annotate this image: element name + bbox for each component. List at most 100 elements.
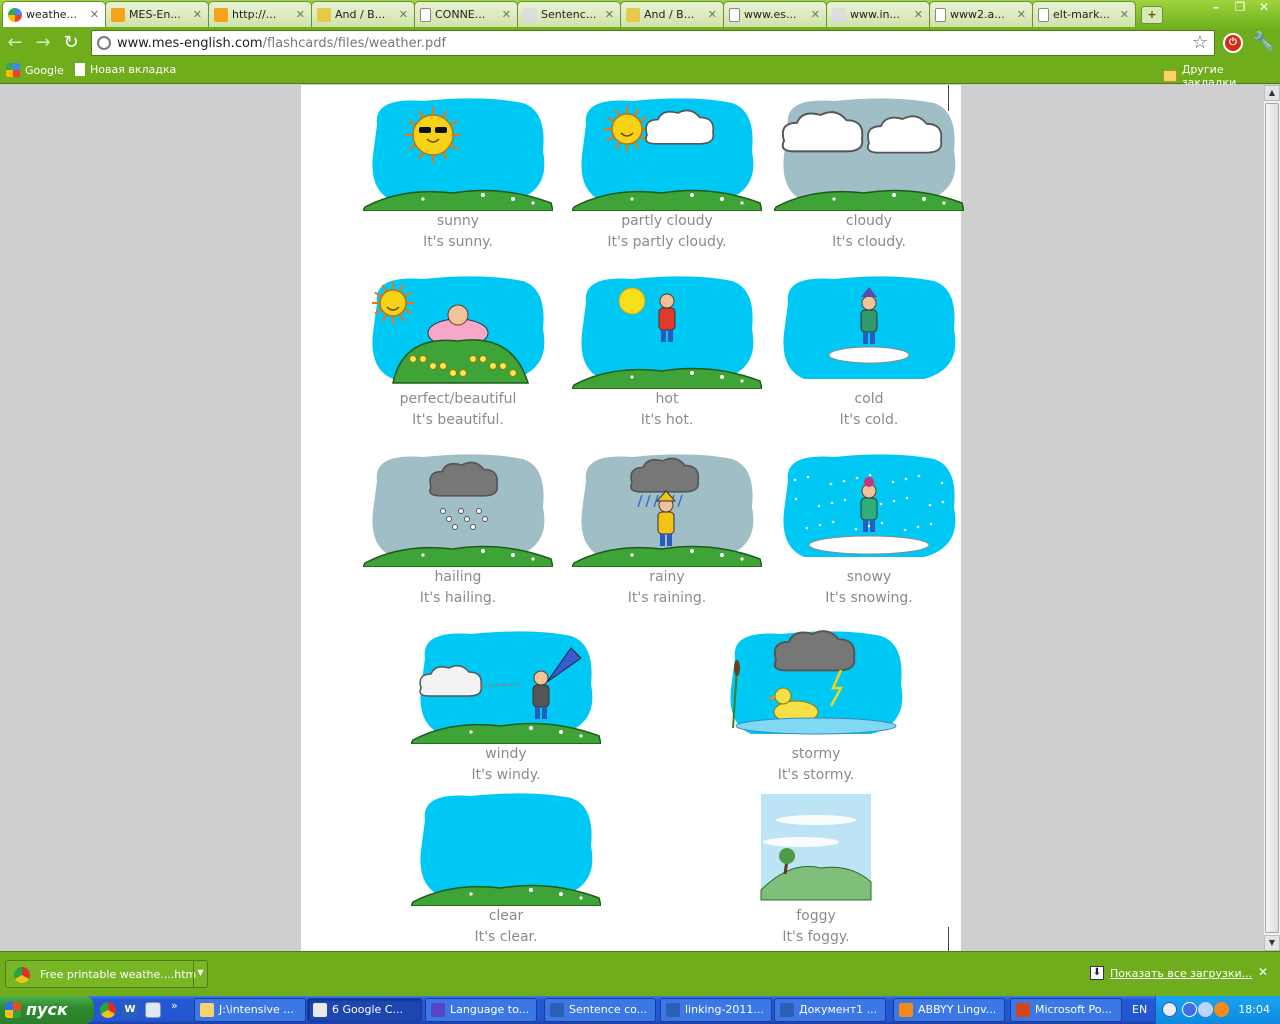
taskbar-task-4[interactable]: linking-2011... — [660, 998, 772, 1022]
close-tab-icon[interactable]: ✕ — [1120, 8, 1129, 21]
forward-button[interactable]: → — [33, 33, 53, 53]
minimize-button[interactable]: – — [1204, 0, 1228, 16]
new-tab-button[interactable]: + — [1141, 6, 1163, 24]
taskbar-task-3[interactable]: Sentence co... — [544, 998, 656, 1022]
flashcard-sentence: It's cold. — [839, 412, 899, 428]
b-icon — [626, 7, 640, 22]
task-app-icon — [550, 1003, 564, 1017]
flashcard-label: perfect/beautiful — [399, 391, 517, 407]
tab-title: CONNE... — [435, 8, 486, 21]
tab-4[interactable]: CONNE... ✕ — [414, 1, 518, 27]
chrome-quicklaunch-icon[interactable] — [100, 1002, 116, 1018]
tab-8[interactable]: www.in... ✕ — [826, 1, 930, 27]
tab-6[interactable]: And / B... ✕ — [620, 1, 724, 27]
close-tab-icon[interactable]: ✕ — [914, 8, 923, 21]
word-quicklaunch-icon[interactable]: W — [122, 1002, 138, 1018]
flashcard-sentence: It's foggy. — [782, 929, 850, 945]
download-menu-arrow[interactable]: ▼ — [193, 961, 207, 987]
flashcard-hailing: hailing It's hailing. — [363, 451, 553, 609]
url-text[interactable]: www.mes-english.com/flashcards/files/wea… — [117, 36, 446, 51]
taskbar-task-2[interactable]: Language to... — [425, 998, 537, 1022]
page-icon — [420, 7, 431, 22]
tab-title: elt-mark... — [1053, 8, 1110, 21]
stormy-illustration — [730, 630, 903, 735]
scroll-down-arrow[interactable]: ▼ — [1264, 935, 1280, 951]
flashcard-label: cold — [854, 391, 884, 407]
sunny-illustration — [363, 98, 553, 211]
language-indicator[interactable]: EN — [1132, 1003, 1147, 1016]
taskbar-task-5[interactable]: Документ1 ... — [774, 998, 886, 1022]
tab-10[interactable]: elt-mark... ✕ — [1032, 1, 1136, 27]
taskbar-task-7[interactable]: Microsoft Po... — [1010, 998, 1122, 1022]
task-app-icon — [1016, 1003, 1030, 1017]
task-label: Sentence co... — [569, 1003, 648, 1016]
taskbar-task-1[interactable]: 6 Google C... — [307, 998, 422, 1022]
tab-1[interactable]: MES-En... ✕ — [105, 1, 209, 27]
flashcard-stormy: stormy It's stormy. — [721, 628, 911, 786]
reload-button[interactable]: ↻ — [61, 33, 81, 53]
close-window-button[interactable]: ✕ — [1252, 0, 1276, 16]
scroll-up-arrow[interactable]: ▲ — [1264, 85, 1280, 101]
flashcard-label: windy — [485, 746, 527, 762]
pdf-page: sunny It's sunny. partly cloudy It's partly… — [301, 85, 964, 951]
scroll-thumb[interactable] — [1265, 103, 1279, 933]
tray-arrow-icon[interactable] — [1162, 1002, 1177, 1017]
close-tab-icon[interactable]: ✕ — [605, 8, 614, 21]
flashcard-cold: cold It's cold. — [774, 273, 964, 431]
maximize-button[interactable]: ❐ — [1228, 0, 1252, 16]
task-app-icon — [431, 1003, 445, 1017]
clock: 18:04 — [1238, 1003, 1270, 1016]
tab-2[interactable]: http://... ✕ — [208, 1, 312, 27]
download-item[interactable]: Free printable weathe....htm ▼ — [5, 960, 208, 988]
taskbar-task-6[interactable]: ABBYY Lingv... — [893, 998, 1005, 1022]
bookmark-google[interactable]: Google — [6, 63, 64, 77]
page-icon — [1038, 7, 1049, 22]
snowy-illustration — [783, 454, 956, 557]
app-tray-icon[interactable] — [1214, 1002, 1229, 1017]
volume-icon[interactable] — [1198, 1002, 1213, 1017]
network-icon[interactable] — [1182, 1002, 1197, 1017]
download-filename: Free printable weathe....htm — [40, 968, 197, 981]
close-tab-icon[interactable]: ✕ — [399, 8, 408, 21]
notepad-quicklaunch-icon[interactable] — [145, 1002, 161, 1018]
close-tab-icon[interactable]: ✕ — [502, 8, 511, 21]
tab-title: And / B... — [644, 8, 695, 21]
flashcard-label: stormy — [791, 746, 841, 762]
show-all-downloads-link[interactable]: ⬇ Показать все загрузки... — [1090, 966, 1252, 980]
taskbar-task-0[interactable]: J:\intensive ... — [194, 998, 306, 1022]
folder-icon — [1163, 70, 1177, 82]
close-tab-icon[interactable]: ✕ — [193, 8, 202, 21]
tool-icon — [523, 7, 537, 22]
close-tab-icon[interactable]: ✕ — [90, 8, 99, 21]
close-shelf-icon[interactable]: ✕ — [1258, 965, 1268, 979]
bookmark-label: Новая вкладка — [90, 63, 177, 76]
bookmark-new-tab[interactable]: Новая вкладка — [75, 63, 176, 76]
flashcard-sentence: It's snowing. — [825, 590, 913, 606]
vertical-scrollbar[interactable]: ▲ ▼ — [1263, 85, 1280, 951]
extension-icon[interactable]: ⏻ — [1223, 33, 1243, 53]
task-app-icon — [780, 1003, 794, 1017]
close-tab-icon[interactable]: ✕ — [708, 8, 717, 21]
wrench-menu-icon[interactable]: 🔧 — [1252, 31, 1274, 52]
tab-0[interactable]: weathe... ✕ — [2, 1, 106, 27]
tab-3[interactable]: And / B... ✕ — [311, 1, 415, 27]
cold-illustration — [783, 276, 956, 379]
close-tab-icon[interactable]: ✕ — [811, 8, 820, 21]
tab-9[interactable]: www2.a... ✕ — [929, 1, 1033, 27]
task-label: J:\intensive ... — [219, 1003, 294, 1016]
start-button[interactable]: пуск — [0, 996, 94, 1024]
page-crop-mark — [948, 927, 949, 951]
beautiful-illustration — [372, 276, 545, 384]
close-tab-icon[interactable]: ✕ — [1017, 8, 1026, 21]
address-bar[interactable]: www.mes-english.com/flashcards/files/wea… — [91, 30, 1215, 56]
flashcard-cloudy: cloudy It's cloudy. — [774, 95, 964, 253]
globe-icon — [97, 36, 111, 50]
tab-7[interactable]: www.es... ✕ — [723, 1, 827, 27]
tab-title: weathe... — [26, 8, 78, 21]
back-button[interactable]: ← — [5, 33, 25, 53]
quicklaunch-more-icon[interactable]: » — [171, 999, 178, 1012]
bookmark-star-icon[interactable]: ☆ — [1192, 32, 1208, 53]
tab-title: www.es... — [744, 8, 797, 21]
close-tab-icon[interactable]: ✕ — [296, 8, 305, 21]
tab-5[interactable]: Sentenc... ✕ — [517, 1, 621, 27]
